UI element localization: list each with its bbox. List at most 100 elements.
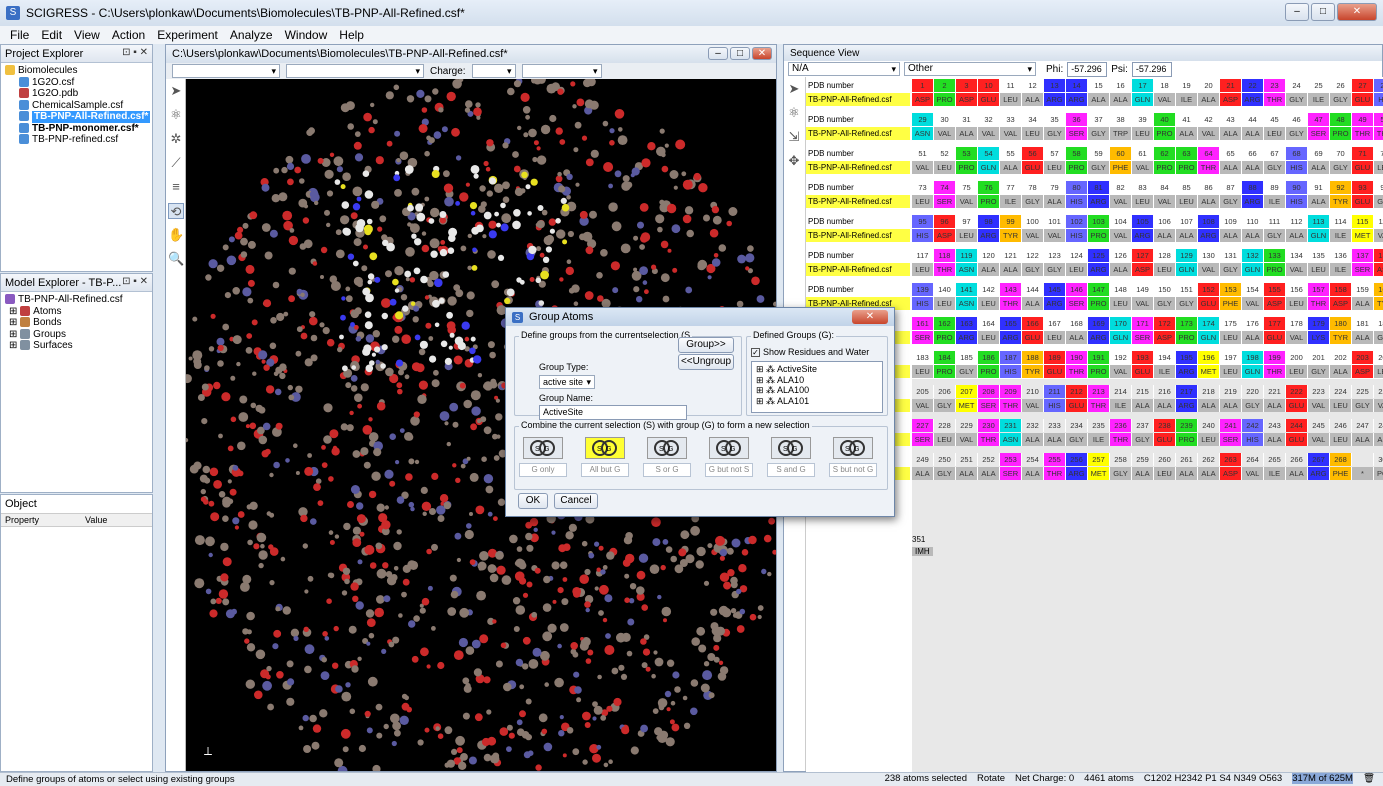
residue-cell[interactable]: ALA [978,467,1000,480]
residue-number[interactable]: 213 [1088,385,1110,398]
residue-number[interactable]: 52 [934,147,956,160]
residue-cell[interactable]: THR [934,263,956,276]
residue-number[interactable]: 202 [1330,351,1352,364]
residue-cell[interactable]: HIS [912,229,934,242]
residue-number[interactable]: 242 [1242,419,1264,432]
residue-number[interactable]: 104 [1110,215,1132,228]
residue-cell[interactable]: THR [978,433,1000,446]
residue-cell[interactable]: GLN [1132,93,1154,106]
residue-number[interactable]: 201 [1308,351,1330,364]
residue-cell[interactable]: VAL [1000,127,1022,140]
hybrid-combo[interactable] [521,64,602,78]
residue-cell[interactable]: GLU [1352,195,1374,208]
residue-number[interactable]: 36 [1066,113,1088,126]
residue-number[interactable]: 13 [1044,79,1066,92]
residue-number[interactable]: 105 [1132,215,1154,228]
residue-number[interactable]: 178 [1286,317,1308,330]
residue-number[interactable]: 245 [1308,419,1330,432]
residue-cell[interactable]: ARG [1044,297,1066,310]
residue-number[interactable]: 68 [1286,147,1308,160]
minimize-button[interactable]: – [1285,3,1309,21]
residue-cell[interactable]: ALA [1352,331,1374,344]
residue-cell[interactable]: TRP [1110,127,1132,140]
residue-number[interactable]: 101 [1044,215,1066,228]
residue-cell[interactable]: GLU [1066,399,1088,412]
residue-cell[interactable]: ALA [1220,229,1242,242]
property-column-header[interactable]: Property [1,514,81,526]
residue-number[interactable]: 56 [1022,147,1044,160]
residue-number[interactable]: 132 [1242,249,1264,262]
residue-cell[interactable]: GLU [1132,365,1154,378]
residue-number[interactable]: 189 [1044,351,1066,364]
residue-number[interactable]: 216 [1154,385,1176,398]
residue-cell[interactable]: VAL [1044,229,1066,242]
residue-number[interactable]: 139 [912,283,934,296]
residue-number[interactable]: 168 [1066,317,1088,330]
residue-number[interactable]: 159 [1352,283,1374,296]
residue-cell[interactable]: MET [1088,467,1110,480]
residue-cell[interactable]: THR [1374,127,1383,140]
doc-minimize-button[interactable]: – [708,47,728,60]
residue-cell[interactable]: HIS [1374,93,1383,106]
residue-number[interactable]: 111 [1264,215,1286,228]
residue-number[interactable]: 99 [1000,215,1022,228]
residue-cell[interactable]: LEU [1374,365,1383,378]
residue-number[interactable]: 253 [1000,453,1022,466]
residue-cell[interactable]: ALA [1242,229,1264,242]
residue-cell[interactable]: VAL [978,127,1000,140]
residue-number[interactable]: 184 [934,351,956,364]
residue-cell[interactable]: ALA [1022,433,1044,446]
maximize-button[interactable]: □ [1311,3,1335,21]
residue-cell[interactable]: VAL [1110,229,1132,242]
residue-number[interactable]: 247 [1352,419,1374,432]
tree-item[interactable]: ⊞ Atoms [5,306,148,318]
menu-experiment[interactable]: Experiment [151,28,224,42]
residue-number[interactable]: 152 [1198,283,1220,296]
residue-cell[interactable]: HIS [1000,365,1022,378]
residue-number[interactable]: 134 [1286,249,1308,262]
residue-number[interactable]: 113 [1308,215,1330,228]
residue-number[interactable]: 161 [912,317,934,330]
residue-cell[interactable]: GLN [1198,331,1220,344]
residue-number[interactable]: 67 [1264,147,1286,160]
menu-view[interactable]: View [68,28,106,42]
residue-cell[interactable]: LEU [1176,195,1198,208]
residue-number[interactable]: 212 [1066,385,1088,398]
residue-cell[interactable]: ALA [1264,433,1286,446]
tree-item[interactable]: 1G2O.pdb [5,88,148,100]
residue-number[interactable]: 203 [1352,351,1374,364]
list-item[interactable]: ⊞ ⁂ ALA100 [756,385,878,396]
residue-number[interactable]: 42 [1198,113,1220,126]
residue-number[interactable]: 115 [1352,215,1374,228]
residue-number[interactable]: 218 [1198,385,1220,398]
residue-number[interactable]: 16 [1110,79,1132,92]
residue-cell[interactable]: LEU [1066,263,1088,276]
residue-cell[interactable]: SER [1352,263,1374,276]
residue-cell[interactable]: THR [1066,365,1088,378]
residue-cell[interactable]: ILE [1330,229,1352,242]
tree-item[interactable]: TB-PNP-All-Refined.csf* [5,111,151,123]
residue-type-combo[interactable]: Other [904,62,1036,76]
residue-number[interactable]: 32 [978,113,1000,126]
residue-number[interactable]: 95 [912,215,934,228]
residue-cell[interactable]: SER [1000,467,1022,480]
residue-number[interactable]: 122 [1022,249,1044,262]
residue-number[interactable]: 22 [1242,79,1264,92]
residue-cell[interactable]: ASP [1264,297,1286,310]
residue-cell[interactable]: GLN [1242,263,1264,276]
residue-cell[interactable]: GLN [1242,365,1264,378]
residue-number[interactable]: 35 [1044,113,1066,126]
residue-number[interactable]: 50 [1374,113,1383,126]
residue-cell[interactable]: ILE [1000,195,1022,208]
residue-number[interactable]: 196 [1198,351,1220,364]
residue-number[interactable]: 238 [1154,419,1176,432]
residue-number[interactable]: 262 [1198,453,1220,466]
residue-cell[interactable]: IMH [912,547,933,556]
residue-number[interactable]: 89 [1264,181,1286,194]
select-arrow-icon[interactable]: ➤ [168,83,184,99]
residue-number[interactable]: 131 [1220,249,1242,262]
residue-cell[interactable]: GLN [1110,331,1132,344]
residue-number[interactable]: 151 [1176,283,1198,296]
residue-cell[interactable]: VAL [1198,263,1220,276]
residue-cell[interactable]: PRO [956,161,978,174]
